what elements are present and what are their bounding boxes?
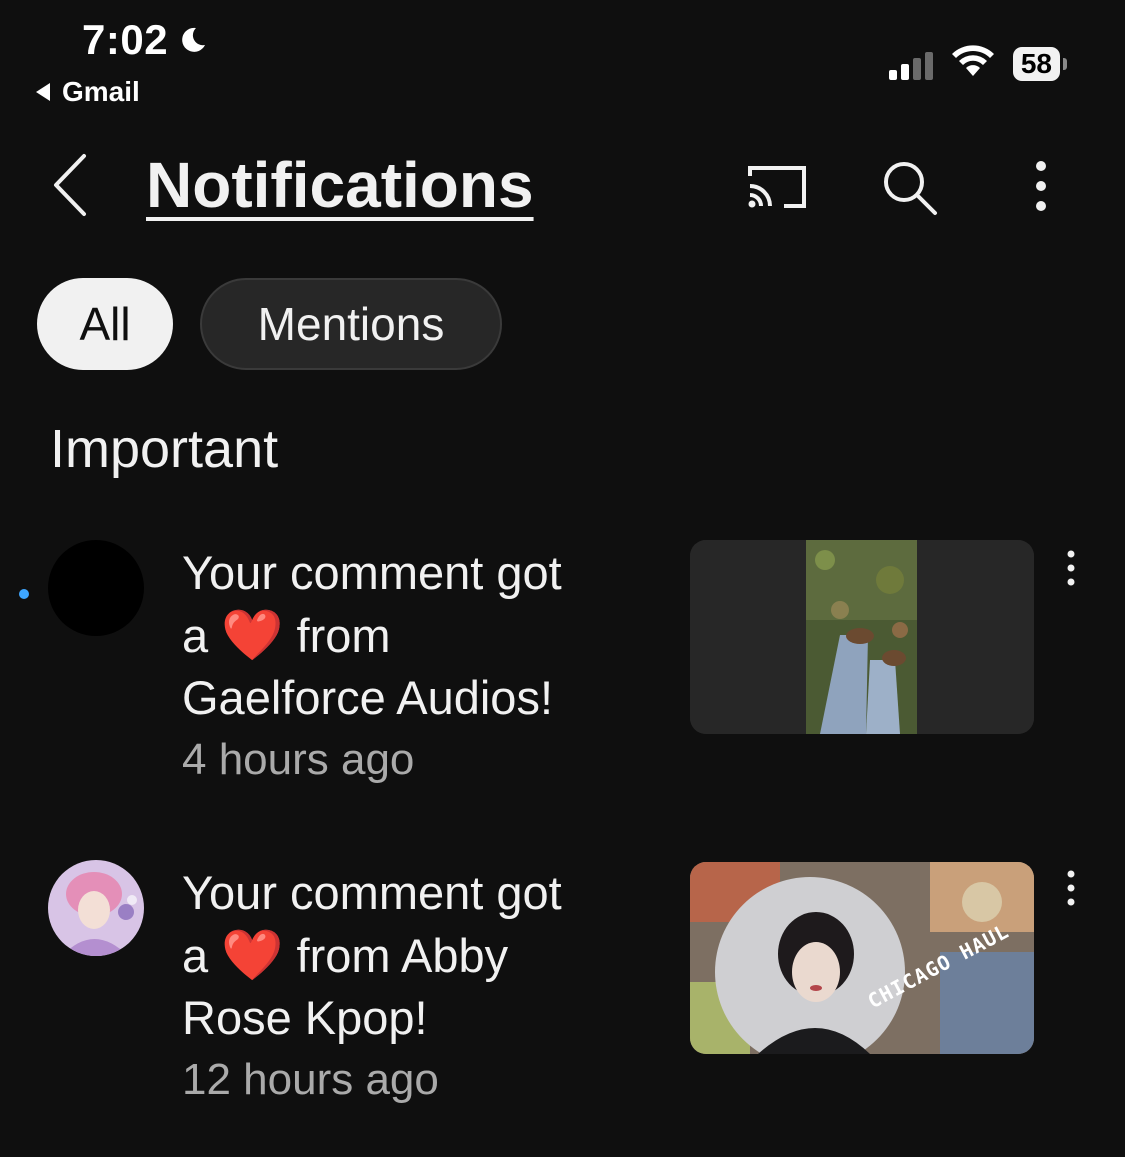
vertical-dots-icon bbox=[1036, 161, 1046, 211]
status-time: 7:02 bbox=[82, 16, 208, 64]
notification-time: 4 hours ago bbox=[182, 735, 415, 784]
status-indicators: 58 bbox=[888, 44, 1067, 83]
avatar-image bbox=[48, 860, 144, 956]
notification-line: from bbox=[296, 609, 391, 662]
battery-indicator: 58 bbox=[1012, 46, 1067, 81]
back-triangle-icon bbox=[36, 83, 50, 101]
notification-article: a bbox=[182, 929, 209, 982]
unread-indicator bbox=[19, 589, 29, 599]
back-app-label: Gmail bbox=[62, 76, 140, 107]
chevron-left-icon bbox=[54, 154, 86, 216]
chip-all[interactable]: All bbox=[37, 278, 173, 370]
notification-line: Your comment got bbox=[182, 866, 562, 919]
search-icon bbox=[884, 162, 937, 215]
notification-article: a bbox=[182, 609, 209, 662]
notification-item[interactable]: Your comment got a ❤️ from Gaelforce Aud… bbox=[182, 542, 662, 791]
wifi-icon bbox=[951, 44, 995, 83]
avatar[interactable] bbox=[48, 860, 144, 956]
thumbnail-image bbox=[690, 540, 1034, 734]
cast-icon bbox=[748, 166, 806, 208]
cast-button[interactable] bbox=[744, 162, 808, 217]
notification-more-button[interactable] bbox=[1064, 550, 1078, 591]
video-thumbnail[interactable]: CHICAGO HAUL bbox=[690, 862, 1034, 1054]
video-thumbnail[interactable] bbox=[690, 540, 1034, 734]
notification-more-button[interactable] bbox=[1064, 870, 1078, 911]
page-title: Notifications bbox=[146, 149, 534, 221]
battery-tip bbox=[1063, 57, 1067, 70]
vertical-dots-icon bbox=[1067, 870, 1075, 906]
notification-line: Gaelforce Audios! bbox=[182, 671, 553, 724]
notification-line: Rose Kpop! bbox=[182, 991, 428, 1044]
search-button[interactable] bbox=[880, 158, 940, 223]
notification-line: from Abby bbox=[296, 929, 509, 982]
thumbnail-image bbox=[690, 862, 1034, 1054]
chip-mentions[interactable]: Mentions bbox=[200, 278, 502, 370]
battery-level: 58 bbox=[1012, 46, 1060, 81]
notification-line: Your comment got bbox=[182, 546, 562, 599]
cellular-signal-icon bbox=[888, 48, 933, 80]
more-options-button[interactable] bbox=[1030, 160, 1052, 219]
heart-icon: ❤️ bbox=[221, 607, 284, 663]
section-heading: Important bbox=[50, 419, 279, 479]
moon-icon bbox=[178, 25, 208, 55]
heart-icon: ❤️ bbox=[221, 927, 284, 983]
vertical-dots-icon bbox=[1067, 550, 1075, 586]
back-button[interactable] bbox=[50, 152, 90, 223]
clock: 7:02 bbox=[82, 16, 169, 63]
avatar[interactable] bbox=[48, 540, 144, 636]
notification-time: 12 hours ago bbox=[182, 1055, 439, 1104]
notification-item[interactable]: Your comment got a ❤️ from Abby Rose Kpo… bbox=[182, 862, 662, 1111]
back-to-app-link[interactable]: Gmail bbox=[34, 76, 140, 108]
